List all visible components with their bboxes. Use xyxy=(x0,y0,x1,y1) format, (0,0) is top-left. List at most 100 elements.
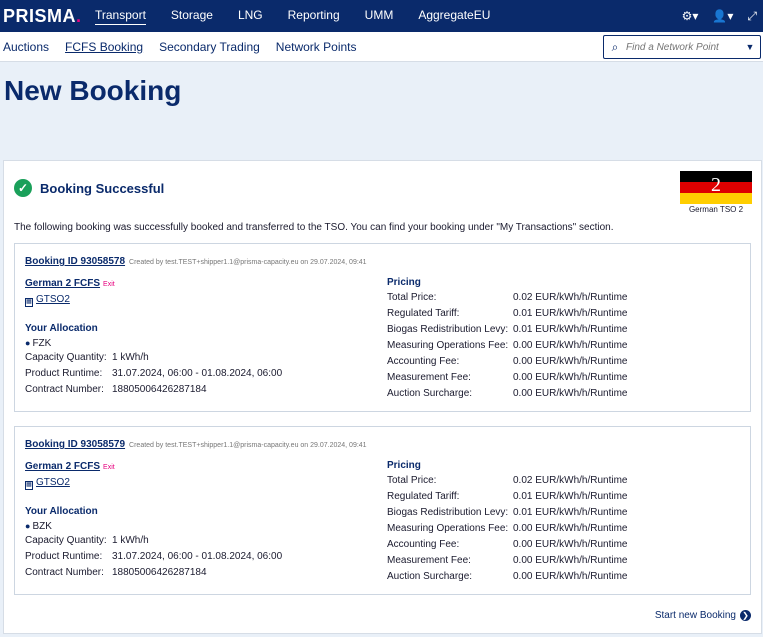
contract-value: 18805006426287184 xyxy=(112,567,207,578)
pricing-heading: Pricing xyxy=(387,460,421,471)
capacity-value: 1 kWh/h xyxy=(112,535,149,546)
booking-meta: Created by test.TEST+shipper1.1@prisma-c… xyxy=(129,442,367,449)
direction-badge: Exit xyxy=(103,281,115,288)
nav-umm[interactable]: UMM xyxy=(365,8,394,24)
subnav-fcfs-booking[interactable]: FCFS Booking xyxy=(65,40,143,54)
biogas-value: 0.01 EUR/kWh/h/Runtime xyxy=(513,507,628,518)
user-icon[interactable]: 👤▾ xyxy=(712,9,733,23)
pricing-heading: Pricing xyxy=(387,277,421,288)
tariff-label: Regulated Tariff: xyxy=(387,308,460,319)
nav-storage[interactable]: Storage xyxy=(171,8,213,24)
german-flag-icon: 2 xyxy=(680,171,752,204)
runtime-label: Product Runtime: xyxy=(25,551,103,562)
total-price-label: Total Price: xyxy=(387,292,437,303)
prisma-logo[interactable]: PRISMA. xyxy=(3,6,95,27)
start-new-booking-link[interactable]: Start new Booking ❯ xyxy=(655,610,751,621)
booking-card: Booking ID 93058578 Created by test.TEST+… xyxy=(14,243,751,412)
zone-name: FZK xyxy=(32,338,52,349)
accounting-label: Accounting Fee: xyxy=(387,356,460,367)
booking-result-card: ✓ Booking Successful 2 German TSO 2 The … xyxy=(3,160,762,634)
check-circle-icon: ✓ xyxy=(14,179,32,197)
nav-transport[interactable]: Transport xyxy=(95,8,146,25)
contract-label: Contract Number: xyxy=(25,567,104,578)
search-icon: ⌕ xyxy=(611,39,619,54)
flame-icon: ● xyxy=(25,338,31,348)
product-link[interactable]: German 2 FCFS xyxy=(25,278,100,289)
biogas-label: Biogas Redistribution Levy: xyxy=(387,507,509,518)
runtime-value: 31.07.2024, 06:00 - 01.08.2024, 06:00 xyxy=(112,368,283,379)
tso-name: GTSO2 xyxy=(36,294,70,305)
booking-header: Booking ID 93058578 Created by test.TEST+… xyxy=(25,256,367,267)
measuring-ops-label: Measuring Operations Fee: xyxy=(387,340,509,351)
subnav-auctions[interactable]: Auctions xyxy=(3,40,49,54)
measurement-value: 0.00 EUR/kWh/h/Runtime xyxy=(513,372,628,383)
auction-surcharge-value: 0.00 EUR/kWh/h/Runtime xyxy=(513,388,628,399)
building-icon: ▦ xyxy=(25,481,33,490)
tariff-value: 0.01 EUR/kWh/h/Runtime xyxy=(513,491,628,502)
product-link[interactable]: German 2 FCFS xyxy=(25,461,100,472)
nav-aggregateeu[interactable]: AggregateEU xyxy=(418,8,490,24)
subnav-network-points[interactable]: Network Points xyxy=(276,40,357,54)
tso-name: GTSO2 xyxy=(36,477,70,488)
sub-navbar: Auctions FCFS Booking Secondary Trading … xyxy=(0,32,763,62)
booking-id-link[interactable]: Booking ID 93058578 xyxy=(25,256,125,267)
logo-text: PRISMA xyxy=(3,5,77,26)
pricing-section: Pricing Total Price: 0.02 EUR/kWh/h/Runti… xyxy=(387,276,633,402)
zone-name: BZK xyxy=(32,521,52,532)
measuring-ops-value: 0.00 EUR/kWh/h/Runtime xyxy=(513,523,628,534)
capacity-label: Capacity Quantity: xyxy=(25,535,107,546)
runtime-label: Product Runtime: xyxy=(25,368,103,379)
main-nav: Transport Storage LNG Reporting UMM Aggr… xyxy=(95,0,515,32)
accounting-value: 0.00 EUR/kWh/h/Runtime xyxy=(513,356,628,367)
expand-icon[interactable]: ⤢ xyxy=(747,9,757,24)
measuring-ops-label: Measuring Operations Fee: xyxy=(387,523,509,534)
contract-label: Contract Number: xyxy=(25,384,104,395)
flag-number: 2 xyxy=(711,174,721,196)
booking-id-link[interactable]: Booking ID 93058579 xyxy=(25,439,125,450)
booking-details: German 2 FCFS Exit ▦ GTSO2 Your Allocation… xyxy=(25,276,282,398)
tso-link[interactable]: ▦ GTSO2 xyxy=(25,292,282,308)
total-price-value: 0.02 EUR/kWh/h/Runtime xyxy=(513,292,628,303)
booking-card: Booking ID 93058579 Created by test.TEST+… xyxy=(14,426,751,595)
booking-header: Booking ID 93058579 Created by test.TEST+… xyxy=(25,439,367,450)
accounting-value: 0.00 EUR/kWh/h/Runtime xyxy=(513,539,628,550)
auction-surcharge-label: Auction Surcharge: xyxy=(387,571,473,582)
flag-label: German TSO 2 xyxy=(688,205,744,214)
pricing-section: Pricing Total Price: 0.02 EUR/kWh/h/Runti… xyxy=(387,459,633,585)
nav-lng[interactable]: LNG xyxy=(238,8,263,24)
measurement-label: Measurement Fee: xyxy=(387,372,471,383)
accounting-label: Accounting Fee: xyxy=(387,539,460,550)
biogas-label: Biogas Redistribution Levy: xyxy=(387,324,509,335)
nav-reporting[interactable]: Reporting xyxy=(288,8,340,24)
contract-value: 18805006426287184 xyxy=(112,384,207,395)
auction-surcharge-value: 0.00 EUR/kWh/h/Runtime xyxy=(513,571,628,582)
page-title: New Booking xyxy=(4,75,182,106)
booking-details: German 2 FCFS Exit ▦ GTSO2 Your Allocation… xyxy=(25,459,282,581)
header-actions: ⚙▾ 👤▾ ⤢ xyxy=(682,0,757,32)
total-price-label: Total Price: xyxy=(387,475,437,486)
gear-icon[interactable]: ⚙▾ xyxy=(682,9,699,23)
direction-badge: Exit xyxy=(103,464,115,471)
start-new-booking-label: Start new Booking xyxy=(654,610,736,621)
allocation-heading: Your Allocation xyxy=(25,323,98,334)
logo-dot: . xyxy=(76,5,82,26)
capacity-label: Capacity Quantity: xyxy=(25,352,107,363)
search-input[interactable] xyxy=(626,41,742,53)
tso-link[interactable]: ▦ GTSO2 xyxy=(25,475,282,491)
chevron-right-icon: ❯ xyxy=(740,610,751,621)
intro-text: The following booking was successfully b… xyxy=(14,222,614,233)
network-point-search[interactable]: ⌕ ▼ xyxy=(603,35,761,59)
measurement-label: Measurement Fee: xyxy=(387,555,471,566)
success-banner: ✓ Booking Successful xyxy=(14,179,164,197)
top-navbar: PRISMA. Transport Storage LNG Reporting … xyxy=(0,0,763,32)
allocation-heading: Your Allocation xyxy=(25,506,98,517)
success-text: Booking Successful xyxy=(40,180,165,196)
subnav-secondary-trading[interactable]: Secondary Trading xyxy=(159,40,260,54)
building-icon: ▦ xyxy=(25,298,33,307)
biogas-value: 0.01 EUR/kWh/h/Runtime xyxy=(513,324,628,335)
runtime-value: 31.07.2024, 06:00 - 01.08.2024, 06:00 xyxy=(112,551,283,562)
chevron-down-icon[interactable]: ▼ xyxy=(742,42,758,52)
auction-surcharge-label: Auction Surcharge: xyxy=(387,388,473,399)
total-price-value: 0.02 EUR/kWh/h/Runtime xyxy=(513,475,628,486)
measuring-ops-value: 0.00 EUR/kWh/h/Runtime xyxy=(513,340,628,351)
